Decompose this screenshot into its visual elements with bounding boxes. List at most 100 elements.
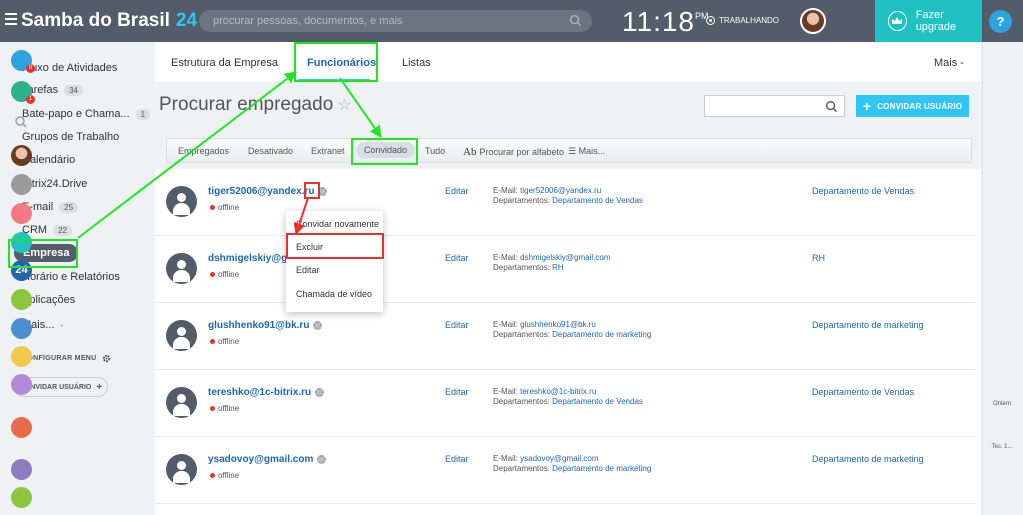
filter-bar: Empregados Desativado Extranet Convidado… [166,138,972,163]
employee-name-link[interactable]: tereshko@1c-bitrix.ru [208,387,325,398]
filter-disabled[interactable]: Desativado [248,146,293,156]
status-label: offline [218,471,240,480]
menu-item-invite-again[interactable]: Convidar novamente [296,219,379,229]
filter-alphabet[interactable]: Ab Procurar por alfabeto [463,146,564,158]
contact-avatar[interactable] [11,174,32,195]
search-icon-glyph [15,116,27,128]
status-label: offline [218,337,240,346]
edit-link[interactable]: Editar [445,387,469,397]
email-link[interactable]: tiger52006@yandex.ru [520,186,601,195]
chat-count-badge: 1 [26,95,35,104]
invite-user-button[interactable]: + CONVIDAR USUÁRIO [856,95,969,117]
department-column-link[interactable]: Departamento de marketing [812,454,924,464]
user-avatar-icon[interactable] [166,186,197,217]
offline-dot-icon [210,339,215,344]
department-column-link[interactable]: RH [812,253,825,263]
filter-employees[interactable]: Empregados [178,146,229,156]
gear-icon[interactable] [313,321,323,330]
hamburger-menu-icon[interactable] [5,13,17,25]
department-column-link[interactable]: Departamento de Vendas [812,186,914,196]
edit-link[interactable]: Editar [445,186,469,196]
user-avatar-icon[interactable] [166,387,197,418]
upgrade-button[interactable]: Fazer upgrade [875,0,982,42]
sidebar-count-badge: 25 [59,201,79,213]
sidebar-item-time-reports[interactable]: Horário e Relatórios [22,271,120,283]
tab-more[interactable]: Mais - [934,57,964,69]
work-status-label: TRABALHANDO [719,16,780,25]
gear-icon[interactable] [315,388,325,397]
company-tabs: Estrutura da Empresa Funcionários Listas… [155,42,981,82]
user-avatar-icon[interactable] [166,320,197,351]
page-title: Procurar empregado ☆ [159,94,352,116]
departments-label: Departamentos: [493,196,550,205]
offline-dot-icon [210,473,215,478]
star-icon[interactable]: ☆ [337,97,351,114]
department-link[interactable]: RH [552,263,564,272]
departments-label: Departamentos: [493,397,550,406]
email-label: E-Mail: [493,454,518,463]
search-icon[interactable] [11,112,32,133]
employee-name: glushhenko91@bk.ru [208,320,310,331]
contact-avatar[interactable] [11,145,32,166]
menu-item-video-call[interactable]: Chamada de vídeo [296,289,372,299]
gear-icon[interactable] [317,455,327,464]
edit-link[interactable]: Editar [445,320,469,330]
brand-logo[interactable]: Samba do Brasil 24 [21,10,197,32]
lock-icon[interactable] [11,289,32,310]
clock[interactable]: 11:18PM [622,6,709,38]
filter-all[interactable]: Tudo [425,146,445,156]
phone-icon[interactable] [11,487,32,508]
crown-icon [888,11,907,31]
employee-name-link[interactable]: glushhenko91@bk.ru [208,320,323,331]
edit-link[interactable]: Editar [445,253,469,263]
employee-name-link[interactable]: ysadovoy@gmail.com [208,454,327,465]
contact-avatar[interactable] [11,346,32,367]
employee-name: tereshko@1c-bitrix.ru [208,387,312,398]
top-bar: Samba do Brasil24 11:18PM TRABALHANDO [0,0,1023,42]
search-icon[interactable] [569,14,582,27]
sidebar-item-chat[interactable]: Bate-papo e Chama... 1 [22,108,151,120]
help-button[interactable]: ? [989,10,1012,33]
list-icon: ☰ [568,146,577,156]
contact-avatar[interactable] [11,318,32,339]
notifications-bell-icon[interactable]: 8 [11,50,35,73]
department-link[interactable]: Departamento de marketing [552,330,651,339]
department-column-link[interactable]: Departamento de Vendas [812,387,914,397]
filter-extranet[interactable]: Extranet [311,146,345,156]
global-search-input[interactable] [199,10,559,32]
email-link[interactable]: glushhenko91@bk.ru [520,320,596,329]
user-avatar[interactable] [800,8,826,34]
department-link[interactable]: Departamento de marketing [552,464,651,473]
email-link[interactable]: ysadovoy@gmail.com [520,454,598,463]
filter-more[interactable]: ☰ Mais... [568,146,605,157]
plus-icon: + [96,381,103,393]
edit-link[interactable]: Editar [445,454,469,464]
user-avatar-icon[interactable] [166,454,197,485]
employee-list: tiger52006@yandex.ru offline Editar E-Ma… [155,169,981,515]
work-status[interactable]: TRABALHANDO [706,16,779,25]
employee-search-input[interactable] [704,95,845,117]
contact-avatar[interactable] [11,459,32,480]
sidebar-item-activity-stream[interactable]: Fluxo de Atividades [22,62,117,74]
configure-menu-button[interactable]: CONFIGURAR MENU [22,354,111,363]
department-link[interactable]: Departamento de Vendas [552,196,643,205]
tab-lists[interactable]: Listas [402,57,431,69]
department-link[interactable]: Departamento de Vendas [552,397,643,406]
contact-avatar[interactable] [11,417,32,438]
chat-icon[interactable]: 1 [11,81,35,104]
employee-name-link[interactable]: dshmigelskiy@gm [208,253,296,264]
menu-item-edit[interactable]: Editar [296,265,320,275]
sidebar-item-workgroups[interactable]: Grupos de Trabalho [22,131,119,143]
contact-avatar[interactable] [11,203,32,224]
search-icon[interactable] [825,100,838,113]
brand-number: 24 [175,10,198,31]
sidebar-item-label: Bate-papo e Chama... [22,108,130,120]
department-column-link[interactable]: Departamento de marketing [812,320,924,330]
filter-more-label: Mais... [578,146,606,156]
user-avatar-icon[interactable] [166,253,197,284]
contact-avatar[interactable] [11,374,32,395]
tab-company-structure[interactable]: Estrutura da Empresa [171,57,278,69]
email-link[interactable]: tereshko@1c-bitrix.ru [520,387,596,396]
sidebar-item-crm[interactable]: CRM 22 [22,224,72,236]
email-link[interactable]: dshmigelskiy@gmail.com [520,253,610,262]
